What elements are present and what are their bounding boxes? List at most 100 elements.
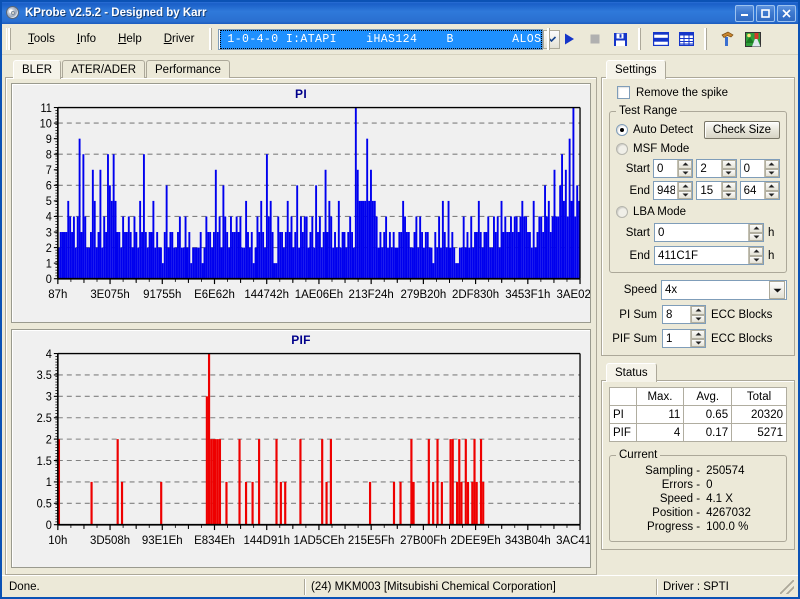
spin-up-icon[interactable] [764, 160, 779, 169]
spin-up-icon[interactable] [721, 182, 736, 191]
msf-start-frame-input[interactable] [740, 160, 764, 177]
tab-performance[interactable]: Performance [146, 60, 230, 78]
spin-up-icon[interactable] [749, 224, 763, 233]
resize-grip[interactable] [780, 579, 794, 594]
msf-end-sec-spin-buttons[interactable] [720, 182, 736, 199]
msf-start-min-spin-buttons[interactable] [677, 160, 693, 177]
pi-sum-input[interactable] [663, 306, 690, 323]
maximize-button[interactable] [756, 4, 775, 22]
status-bar: Done. (24) MKM003 [Mitsubishi Chemical C… [2, 575, 798, 597]
msf-start-sec-spin-buttons[interactable] [720, 160, 736, 177]
spin-up-icon[interactable] [678, 160, 693, 169]
lba-start-spinner[interactable] [654, 223, 764, 242]
close-button[interactable] [777, 4, 796, 22]
pi-sum-spinner[interactable] [662, 305, 706, 324]
check-size-button[interactable]: Check Size [703, 121, 780, 139]
spin-down-icon[interactable] [691, 314, 705, 323]
start-button[interactable] [556, 27, 581, 51]
pif-sum-spin-buttons[interactable] [690, 330, 705, 347]
tab-settings[interactable]: Settings [606, 60, 666, 79]
svg-text:0.5: 0.5 [37, 498, 52, 510]
about-button[interactable] [740, 27, 765, 51]
pif-sum-spinner[interactable] [662, 329, 706, 348]
msf-start-frame-spinner[interactable] [739, 159, 780, 178]
msf-mode-row[interactable]: MSF Mode [616, 143, 780, 155]
lba-mode-label: LBA Mode [633, 206, 687, 218]
speed-select[interactable]: 4x [661, 280, 787, 300]
msf-end-frame-spinner[interactable] [739, 181, 780, 200]
menu-item-info[interactable]: Info [66, 30, 107, 48]
lba-end-input[interactable] [655, 247, 748, 264]
msf-start-frame-spin-buttons[interactable] [763, 160, 779, 177]
lba-end-spin-buttons[interactable] [748, 247, 763, 264]
lba-mode-radio[interactable] [616, 206, 628, 218]
spin-down-icon[interactable] [764, 190, 779, 199]
pi-chart[interactable]: PI 0 1 2 3 4 5 6 7 8 9 10 11 87h 3E075h 91755h E6E62h 14… [11, 83, 591, 323]
spin-up-icon[interactable] [749, 247, 763, 256]
pi-sum-spin-buttons[interactable] [690, 306, 705, 323]
remove-spike-row[interactable]: Remove the spike [617, 86, 787, 99]
spin-down-icon[interactable] [721, 168, 736, 177]
msf-start-sec-input[interactable] [697, 160, 721, 177]
tab-status[interactable]: Status [606, 363, 657, 382]
pif-chart[interactable]: PIF 0 0.5 1 1.5 2 2.5 3 3.5 4 10h 3D508h 93E1Eh E834… [11, 328, 591, 568]
spin-up-icon[interactable] [678, 182, 693, 191]
msf-end-min-spin-buttons[interactable] [677, 182, 693, 199]
spin-up-icon[interactable] [691, 306, 705, 315]
msf-end-frame-input[interactable] [740, 182, 764, 199]
menu-item-help[interactable]: Help [107, 30, 153, 48]
lba-mode-row[interactable]: LBA Mode [616, 206, 780, 218]
toolbar-gripper-3[interactable] [637, 28, 645, 50]
toolbar-gripper-2[interactable] [546, 28, 554, 50]
menu-item-tools[interactable]: Tools [17, 30, 66, 48]
auto-detect-radio[interactable] [616, 124, 628, 136]
status-row-pif-max: 4 [635, 423, 685, 442]
spin-up-icon[interactable] [764, 182, 779, 191]
drive-select[interactable]: 1-0-4-0 I:ATAPI iHAS124 B ALOS [218, 28, 561, 50]
spin-down-icon[interactable] [691, 338, 705, 347]
msf-start-sec-spinner[interactable] [696, 159, 737, 178]
spin-up-icon[interactable] [691, 330, 705, 339]
current-grid: Sampling - 250574 Errors - 0 Speed - 4.1… [616, 465, 780, 533]
speed-value: 4x [665, 284, 678, 296]
menu-gripper[interactable] [6, 28, 14, 50]
svg-text:213F24h: 213F24h [349, 287, 394, 301]
spin-down-icon[interactable] [749, 255, 763, 264]
toolbar-gripper-4[interactable] [703, 28, 711, 50]
save-button[interactable] [608, 27, 633, 51]
msf-start-min-input[interactable] [654, 160, 678, 177]
settings-button[interactable] [714, 27, 739, 51]
msf-start-min-spinner[interactable] [653, 159, 694, 178]
msf-end-min-input[interactable] [654, 182, 678, 199]
spin-down-icon[interactable] [749, 232, 763, 241]
remove-spike-checkbox[interactable] [617, 86, 630, 99]
pif-sum-input[interactable] [663, 330, 690, 347]
menu-item-driver[interactable]: Driver [153, 30, 206, 48]
spin-down-icon[interactable] [721, 190, 736, 199]
spin-down-icon[interactable] [678, 190, 693, 199]
svg-text:27B00Fh: 27B00Fh [400, 532, 446, 546]
tab-bler[interactable]: BLER [13, 60, 62, 79]
spin-down-icon[interactable] [764, 168, 779, 177]
msf-end-frame-spin-buttons[interactable] [763, 182, 779, 199]
msf-mode-radio[interactable] [616, 143, 628, 155]
spin-down-icon[interactable] [678, 168, 693, 177]
msf-end-min-spinner[interactable] [653, 181, 694, 200]
lba-start-input[interactable] [655, 224, 748, 241]
chevron-down-icon[interactable] [769, 281, 785, 299]
toolbar-gripper-1[interactable] [208, 28, 216, 50]
spin-up-icon[interactable] [721, 160, 736, 169]
grid-button[interactable] [674, 27, 699, 51]
minimize-button[interactable] [735, 4, 754, 22]
lba-end-spinner[interactable] [654, 246, 764, 265]
msf-end-sec-input[interactable] [697, 182, 721, 199]
msf-end-sec-spinner[interactable] [696, 181, 737, 200]
auto-detect-radio-row[interactable]: Auto Detect [616, 124, 693, 136]
report-button[interactable] [648, 27, 673, 51]
lba-end-label: End [629, 249, 650, 262]
pif-sum-unit: ECC Blocks [711, 332, 773, 345]
stop-button[interactable] [582, 27, 607, 51]
speed-row: Speed 4x [609, 280, 787, 300]
tab-ater-ader[interactable]: ATER/ADER [62, 60, 146, 78]
lba-start-spin-buttons[interactable] [748, 224, 763, 241]
